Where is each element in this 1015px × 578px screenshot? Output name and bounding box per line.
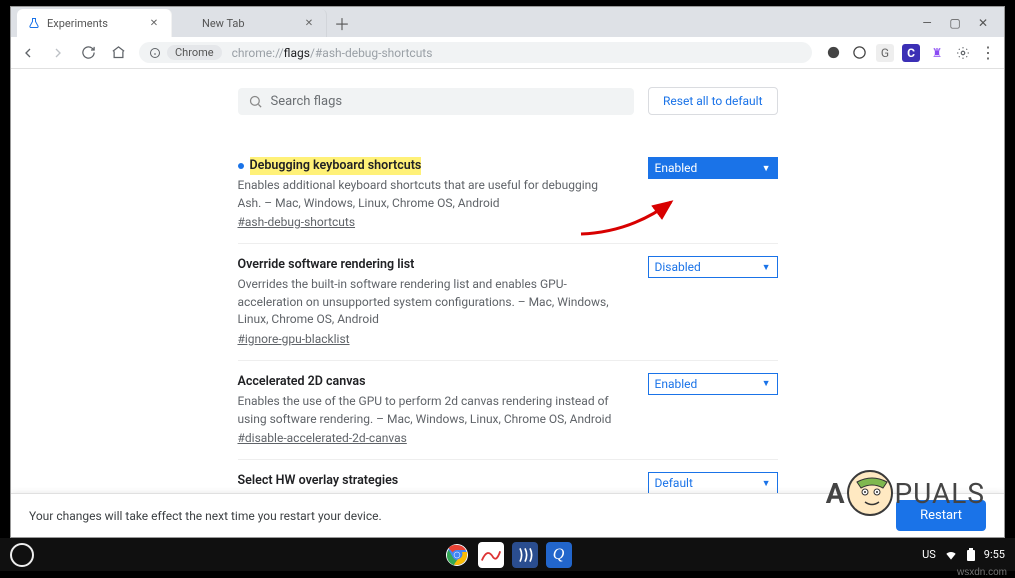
clock: 9:55 <box>984 548 1005 561</box>
restart-message: Your changes will take effect the next t… <box>29 509 382 523</box>
flag-hash-link[interactable]: #disable-accelerated-2d-canvas <box>238 431 407 445</box>
language-indicator: US <box>922 548 936 561</box>
address-bar[interactable]: Chrome chrome://flags/#ash-debug-shortcu… <box>139 42 812 63</box>
flag-title: Override software rendering list <box>238 256 415 274</box>
chrome-app-icon[interactable] <box>444 542 470 568</box>
system-tray[interactable]: US 9:55 <box>922 548 1005 562</box>
app-icon[interactable]: Q <box>546 542 572 568</box>
extension-icon[interactable] <box>954 44 972 62</box>
extension-icon[interactable]: G <box>876 44 894 62</box>
home-button[interactable] <box>109 44 127 62</box>
flag-description: Enables the use of the GPU to perform 2d… <box>238 393 624 428</box>
extension-icon[interactable]: ♜ <box>928 44 946 62</box>
tab-experiments[interactable]: Experiments ✕ <box>17 9 172 37</box>
wifi-icon <box>944 548 958 562</box>
maximize-icon[interactable]: ▢ <box>948 16 962 30</box>
flag-hash-link[interactable]: #ignore-gpu-blacklist <box>238 332 350 346</box>
chevron-down-icon: ▼ <box>762 163 771 174</box>
search-icon <box>248 94 263 109</box>
browser-menu-button[interactable]: ⋮ <box>980 43 996 62</box>
extension-icon[interactable] <box>850 44 868 62</box>
tab-title: New Tab <box>202 17 245 30</box>
flag-row: Accelerated 2D canvas Enables the use of… <box>238 360 778 459</box>
url-host: flags <box>284 46 310 60</box>
flag-select[interactable]: Enabled ▼ <box>648 373 778 395</box>
extension-icon[interactable]: C <box>902 44 920 62</box>
launcher-button[interactable] <box>10 543 34 567</box>
close-icon[interactable]: ✕ <box>302 16 316 30</box>
search-placeholder: Search flags <box>271 94 343 109</box>
back-button[interactable] <box>19 44 37 62</box>
chromeos-shelf: Q US 9:55 <box>0 538 1015 571</box>
extension-icon[interactable] <box>824 44 842 62</box>
app-icon[interactable] <box>478 542 504 568</box>
flag-title: Accelerated 2D canvas <box>238 373 366 391</box>
tab-strip: Experiments ✕ New Tab ✕ ＋ — ▢ ✕ <box>11 7 1004 37</box>
reload-button[interactable] <box>79 44 97 62</box>
close-icon[interactable]: ✕ <box>147 16 161 30</box>
page-content: Search flags Reset all to default Debugg… <box>11 69 1004 537</box>
flag-select[interactable]: Disabled ▼ <box>648 256 778 278</box>
browser-toolbar: Chrome chrome://flags/#ash-debug-shortcu… <box>11 37 1004 69</box>
tab-newtab[interactable]: New Tab ✕ <box>172 9 327 37</box>
flag-select[interactable]: Enabled ▼ <box>648 157 778 179</box>
restart-button[interactable]: Restart <box>896 500 986 531</box>
chevron-down-icon: ▼ <box>762 378 771 389</box>
flag-row: Debugging keyboard shortcuts Enables add… <box>238 145 778 243</box>
forward-button[interactable] <box>49 44 67 62</box>
restart-bar: Your changes will take effect the next t… <box>11 493 1004 537</box>
info-icon <box>149 47 161 59</box>
flag-title: Select HW overlay strategies <box>238 472 399 490</box>
search-input[interactable]: Search flags <box>238 88 635 115</box>
modified-dot-icon <box>238 163 244 169</box>
url-scheme: chrome:// <box>232 46 284 60</box>
flag-title: Debugging keyboard shortcuts <box>250 157 422 175</box>
flag-row: Override software rendering list Overrid… <box>238 243 778 360</box>
reset-all-button[interactable]: Reset all to default <box>648 87 777 115</box>
flag-select-value: Default <box>655 476 693 490</box>
chevron-down-icon: ▼ <box>762 478 771 489</box>
flag-select[interactable]: Default ▼ <box>648 472 778 494</box>
battery-icon <box>966 548 976 562</box>
chevron-down-icon: ▼ <box>762 262 771 273</box>
app-icon[interactable] <box>512 542 538 568</box>
flag-hash-link[interactable]: #ash-debug-shortcuts <box>238 215 356 229</box>
blank-favicon <box>182 16 196 30</box>
chrome-chip: Chrome <box>167 45 222 60</box>
flask-icon <box>27 16 41 30</box>
close-window-icon[interactable]: ✕ <box>976 16 990 30</box>
flag-select-value: Enabled <box>655 377 698 391</box>
flag-description: Enables additional keyboard shortcuts th… <box>238 177 624 212</box>
minimize-icon[interactable]: — <box>920 16 934 30</box>
source-watermark: wsxdn.com <box>957 567 1007 578</box>
flag-select-value: Disabled <box>655 260 701 274</box>
flag-select-value: Enabled <box>655 161 698 175</box>
new-tab-button[interactable]: ＋ <box>331 12 353 34</box>
shelf-pinned-apps: Q <box>444 542 572 568</box>
tab-title: Experiments <box>47 17 108 30</box>
url-path: /#ash-debug-shortcuts <box>310 46 432 60</box>
flag-description: Overrides the built-in software renderin… <box>238 276 624 328</box>
